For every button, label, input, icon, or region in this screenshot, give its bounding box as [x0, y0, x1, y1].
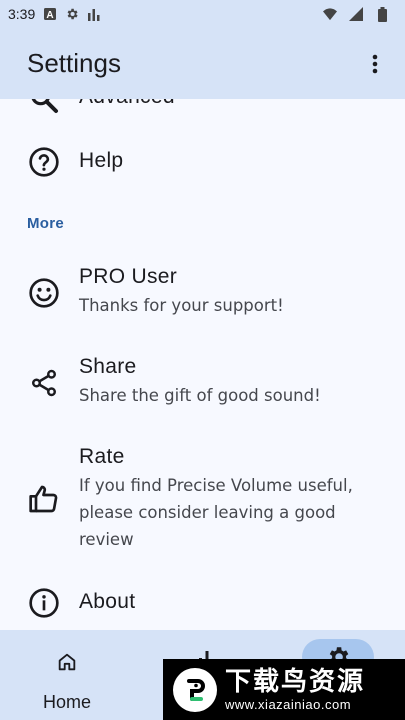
- settings-item-share[interactable]: Share Share the gift of good sound!: [0, 345, 405, 421]
- section-header-more: More: [27, 215, 65, 232]
- nav-home[interactable]: Home: [27, 630, 107, 720]
- settings-list: Advanced Help More PRO User Thanks for y…: [0, 99, 405, 630]
- settings-item-label: Advanced: [79, 99, 175, 109]
- smiley-icon: [27, 276, 61, 310]
- settings-item-pro-user[interactable]: PRO User Thanks for your support!: [0, 255, 405, 331]
- search-icon: [27, 99, 61, 116]
- settings-gear-icon: [65, 7, 79, 21]
- settings-item-about[interactable]: About: [0, 573, 405, 630]
- settings-item-label: About: [79, 590, 136, 613]
- settings-item-subtitle: Thanks for your support!: [79, 296, 284, 315]
- status-time: 3:39: [8, 6, 36, 22]
- app-bar: Settings: [0, 28, 405, 99]
- help-circle-icon: [27, 145, 61, 179]
- watermark-title: 下载鸟资源: [225, 667, 366, 697]
- settings-item-label: Rate: [79, 445, 125, 468]
- watermark-logo-icon: [173, 667, 217, 712]
- nav-home-label: Home: [42, 692, 91, 712]
- page-title: Settings: [27, 48, 121, 78]
- status-right-icons: [323, 6, 397, 22]
- signal-icon: [349, 7, 363, 21]
- more-vert-icon: [372, 54, 378, 73]
- thumb-up-icon: [27, 482, 61, 516]
- watermark-url: www.xiazainiao.com: [225, 697, 352, 712]
- settings-item-label: Share: [79, 355, 137, 378]
- more-options-button[interactable]: [363, 46, 387, 82]
- settings-item-label: Help: [79, 149, 124, 172]
- status-bar: 3:39 A: [0, 0, 405, 28]
- settings-screen: 3:39 A Settings Help More PRO User Thank…: [0, 0, 405, 720]
- settings-item-advanced[interactable]: Advanced: [0, 99, 405, 129]
- svg-text:A: A: [47, 10, 54, 20]
- settings-item-subtitle: Share the gift of good sound!: [79, 386, 321, 405]
- watermark-overlay: 下载鸟资源 www.xiazainiao.com: [163, 659, 405, 720]
- battery-icon: [375, 6, 389, 22]
- bar-chart-icon: [87, 7, 101, 21]
- share-icon: [27, 366, 61, 400]
- settings-item-label: PRO User: [79, 265, 178, 288]
- wifi-icon: [323, 7, 337, 21]
- home-icon: [55, 650, 79, 674]
- info-icon: [27, 586, 61, 620]
- watermark-text-block: 下载鸟资源 www.xiazainiao.com: [225, 667, 365, 712]
- settings-item-rate[interactable]: Rate If you find Precise Volume useful, …: [0, 435, 405, 565]
- settings-item-help[interactable]: Help: [0, 132, 405, 192]
- notification-a-icon: A: [43, 7, 57, 21]
- settings-item-subtitle: If you find Precise Volume useful, pleas…: [79, 476, 353, 549]
